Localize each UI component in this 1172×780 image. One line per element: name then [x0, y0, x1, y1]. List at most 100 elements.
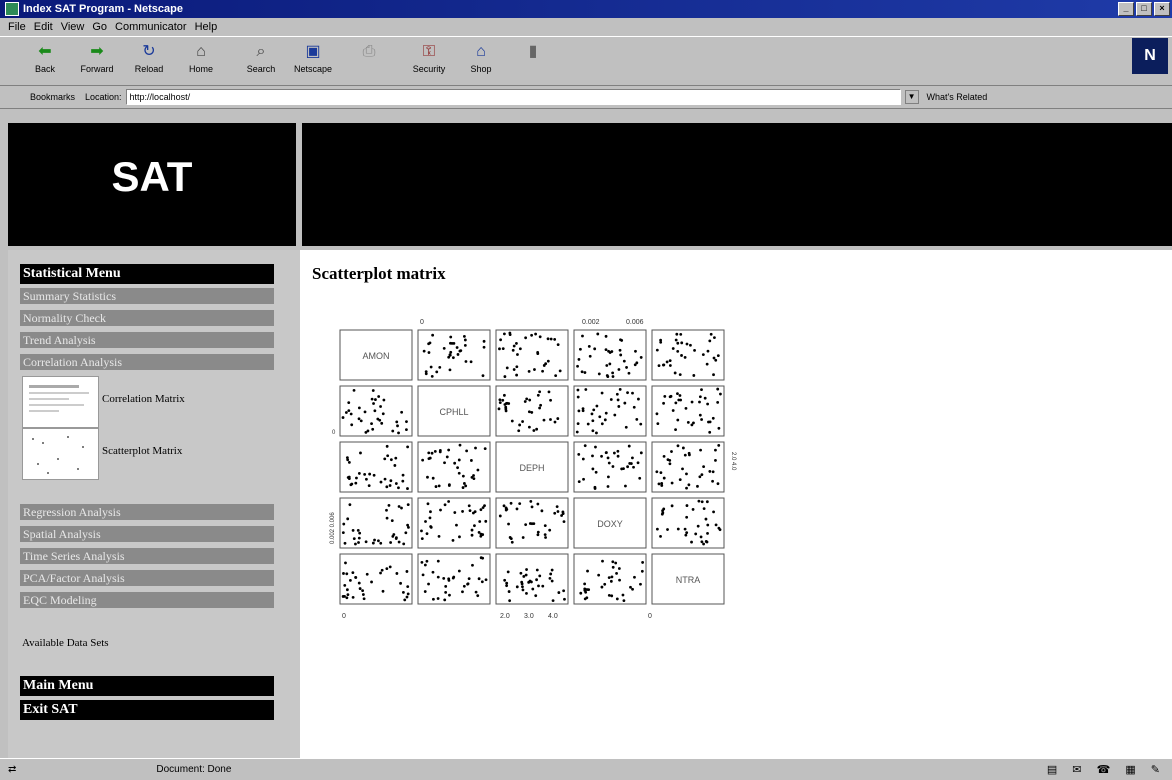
scatter-point: [503, 578, 507, 582]
scatter-point: [561, 510, 565, 514]
back-button[interactable]: ⬅ Back: [20, 39, 70, 74]
available-data-sets-link[interactable]: Available Data Sets: [22, 637, 109, 649]
scatter-point: [557, 591, 561, 594]
scatter-point: [510, 419, 514, 423]
scatter-point: [504, 407, 508, 411]
connection-icon: ⇄: [8, 764, 17, 775]
scatter-point: [587, 588, 591, 592]
scatter-point: [655, 412, 659, 416]
scatter-point: [701, 353, 705, 357]
print-button[interactable]: ⎙: [344, 39, 394, 64]
whats-related-button[interactable]: What's Related: [927, 92, 988, 102]
shop-button[interactable]: ⌂ Shop: [456, 39, 506, 74]
scatter-point: [388, 565, 392, 569]
sidebar-item-time-series-analysis[interactable]: Time Series Analysis: [20, 548, 274, 564]
scatter-point: [656, 422, 660, 426]
scatter-point: [683, 355, 687, 359]
netscape-button[interactable]: ▣ Netscape: [288, 39, 338, 74]
scatter-point: [428, 456, 432, 460]
sidebar-item-regression-analysis[interactable]: Regression Analysis: [20, 504, 274, 520]
menu-file[interactable]: File: [8, 21, 26, 33]
scatter-point: [379, 405, 382, 408]
exit-sat-button[interactable]: Exit SAT: [20, 700, 274, 720]
scatter-point: [407, 526, 410, 529]
menu-edit[interactable]: Edit: [34, 21, 53, 33]
scatter-point: [504, 508, 508, 512]
scatter-point: [615, 571, 618, 575]
scatter-point: [608, 362, 612, 366]
scatter-point: [660, 484, 664, 487]
forward-button[interactable]: ➡ Forward: [72, 39, 122, 74]
scatter-point: [548, 528, 552, 532]
scatter-point: [373, 538, 376, 542]
scatter-point: [577, 358, 581, 361]
scatter-point: [403, 598, 407, 602]
scatter-point: [681, 467, 684, 471]
sidebar-sub-correlation-matrix[interactable]: Correlation Matrix: [102, 393, 185, 405]
sidebar-sub-scatterplot-matrix[interactable]: Scatterplot Matrix: [102, 445, 182, 457]
scatter-point: [674, 428, 677, 431]
security-button[interactable]: ⚿ Security: [404, 39, 454, 74]
scatter-point: [622, 599, 626, 603]
scatter-point: [385, 516, 389, 520]
search-button[interactable]: ⌕ Search: [236, 39, 286, 74]
minimize-button[interactable]: _: [1118, 2, 1134, 16]
scatter-point: [685, 342, 689, 346]
scatter-point: [535, 427, 539, 431]
scatter-point: [515, 342, 518, 345]
scatter-point: [712, 356, 716, 360]
scatter-point: [501, 398, 505, 402]
sidebar-item-pca-factor-analysis[interactable]: PCA/Factor Analysis: [20, 570, 274, 586]
menu-view[interactable]: View: [61, 21, 85, 33]
bookmarks-button[interactable]: Bookmarks: [30, 92, 75, 102]
scatter-point: [431, 476, 435, 480]
maximize-button[interactable]: □: [1136, 2, 1152, 16]
correlation-matrix-thumbnail[interactable]: [22, 376, 99, 428]
menu-communicator[interactable]: Communicator: [115, 21, 187, 33]
matrix-panel-1-3: [573, 385, 647, 437]
scatter-point: [668, 462, 672, 466]
url-dropdown-icon[interactable]: ▼: [904, 90, 919, 104]
url-input[interactable]: http://localhost/: [125, 89, 901, 105]
scatter-point: [437, 535, 441, 538]
sidebar-item-normality-check[interactable]: Normality Check: [20, 310, 274, 326]
scatter-point: [469, 459, 473, 462]
netscape-logo: N: [1132, 38, 1168, 74]
scatterplot-matrix-chart: AMON CPHLL DEPH DOXY NTRA 0 0.002 0.006 0 2.0 3.0 4…: [330, 319, 736, 620]
scatterplot-matrix-thumbnail[interactable]: [22, 428, 99, 480]
scatter-point: [615, 597, 619, 601]
close-button[interactable]: ×: [1154, 2, 1170, 16]
scatter-point: [390, 519, 394, 523]
scatter-point: [406, 585, 410, 589]
netscape-icon: ▣: [305, 43, 321, 60]
sidebar-item-spatial-analysis[interactable]: Spatial Analysis: [20, 526, 274, 542]
stop-button[interactable]: ▮: [508, 39, 558, 64]
scatter-point: [512, 368, 516, 371]
scatter-point: [629, 462, 633, 465]
matrix-panel-0-2: [495, 329, 569, 381]
scatter-point: [381, 589, 385, 593]
sidebar-item-eqc-modeling[interactable]: EQC Modeling: [20, 592, 274, 608]
scatter-point: [425, 532, 429, 536]
scatter-point: [358, 531, 362, 535]
scatter-point: [601, 559, 604, 563]
table-icon: [29, 385, 89, 412]
scatter-point: [618, 387, 622, 391]
menu-go[interactable]: Go: [92, 21, 107, 33]
sidebar-item-summary-statistics[interactable]: Summary Statistics: [20, 288, 274, 304]
scatter-point: [363, 410, 367, 414]
netscape-app-icon: [5, 2, 19, 16]
menu-help[interactable]: Help: [195, 21, 218, 33]
scatter-point: [530, 505, 534, 509]
reload-button[interactable]: ↻ Reload: [124, 39, 174, 74]
scatter-point: [581, 409, 585, 413]
sidebar-item-trend-analysis[interactable]: Trend Analysis: [20, 332, 274, 348]
scatter-point: [670, 481, 674, 485]
main-menu-button[interactable]: Main Menu: [20, 676, 274, 696]
scatter-point: [354, 576, 358, 579]
home-button[interactable]: ⌂ Home: [176, 39, 226, 74]
scatter-point: [429, 365, 433, 369]
sidebar-item-correlation-analysis[interactable]: Correlation Analysis: [20, 354, 274, 370]
scatter-point: [463, 338, 467, 342]
scatter-point: [359, 451, 362, 455]
